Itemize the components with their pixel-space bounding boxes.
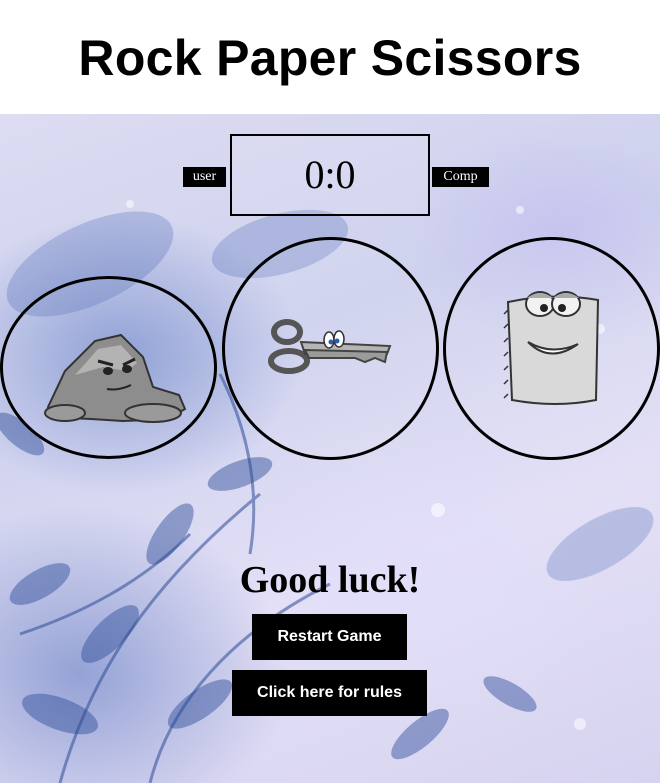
user-score-label: user — [183, 167, 226, 187]
scissors-character-icon — [268, 319, 392, 374]
computer-score-label: Comp — [432, 167, 489, 187]
scissors-choice-button[interactable] — [222, 237, 439, 460]
scoreboard: 0:0 — [230, 134, 430, 216]
paper-choice-button[interactable] — [443, 237, 660, 460]
page-header: Rock Paper Scissors — [0, 0, 660, 114]
score-value: 0:0 — [304, 151, 356, 197]
rock-character-icon — [44, 333, 187, 423]
paper-character-icon — [503, 291, 600, 405]
rules-button[interactable]: Click here for rules — [232, 670, 427, 716]
result-message: Good luck! — [239, 559, 421, 601]
game-area: user 0:0 Comp Good luck! Restart Game Cl… — [0, 114, 660, 783]
rock-choice-button[interactable] — [0, 276, 217, 459]
restart-game-button[interactable]: Restart Game — [252, 614, 407, 660]
page-title: Rock Paper Scissors — [78, 30, 582, 86]
